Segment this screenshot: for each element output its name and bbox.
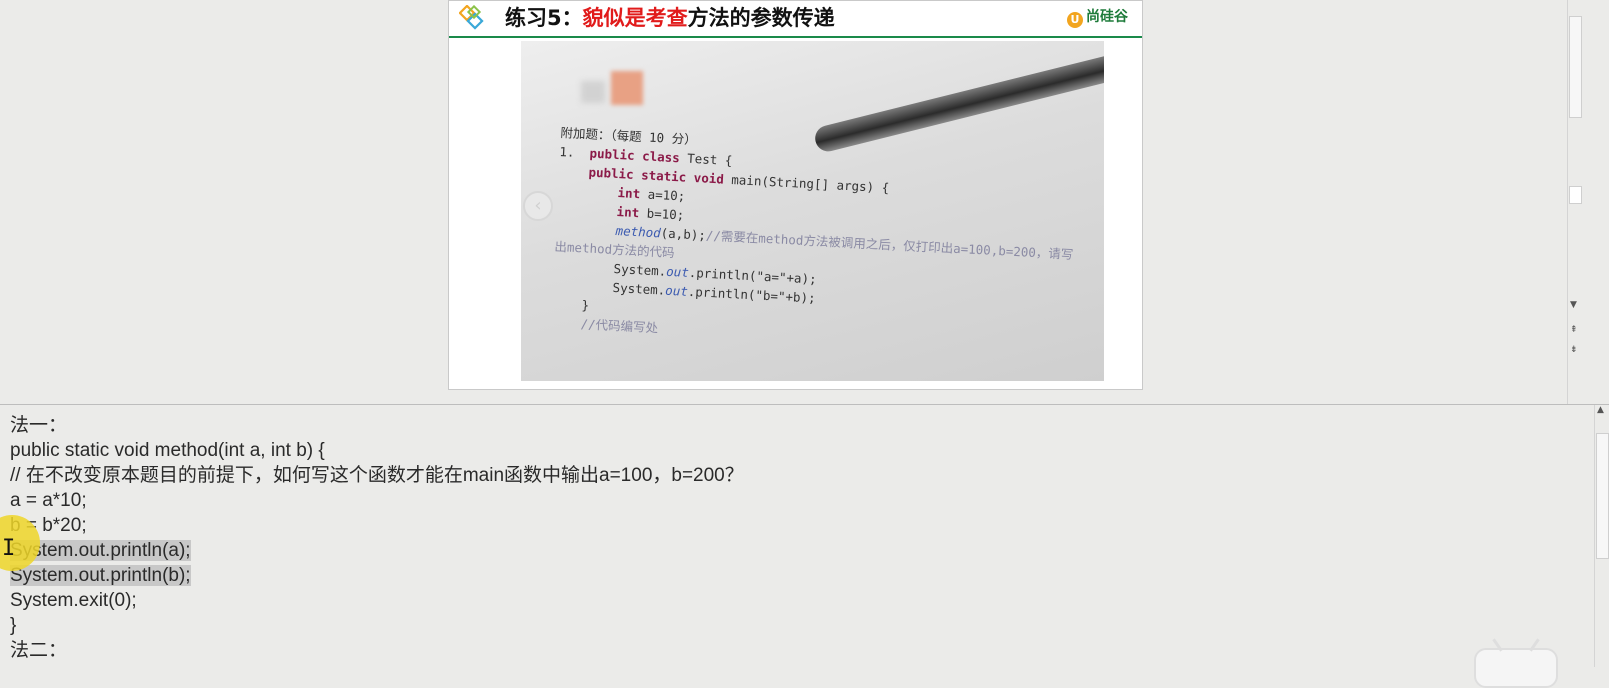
notes-line[interactable]: System.out.println(a);: [10, 538, 1510, 563]
slide[interactable]: 练习5：貌似是考查方法的参数传递 U 尚硅谷 附加题：（每题 10 分） 1. pu…: [448, 0, 1143, 390]
scrollbar-thumb[interactable]: [1596, 433, 1609, 559]
photo-code-token: b=10;: [638, 205, 685, 223]
arrow-up-icon[interactable]: ▲: [1597, 405, 1604, 415]
notes-line-text: }: [10, 615, 17, 636]
slide-pane: 练习5：貌似是考查方法的参数传递 U 尚硅谷 附加题：（每题 10 分） 1. pu…: [0, 0, 1582, 404]
notes-line-text: 法二：: [10, 640, 68, 661]
blurred-region: [581, 81, 605, 103]
photo-code-token: out: [665, 263, 690, 280]
notes-line[interactable]: 法二：: [10, 638, 1510, 663]
photo-code-token: method: [615, 223, 662, 241]
notes-line-text: a = a*10;: [10, 490, 87, 511]
slide-title-highlight: 貌似是考查: [582, 6, 688, 30]
photo-code-text: 附加题：（每题 10 分） 1. public class Test { publ…: [550, 123, 1100, 360]
photo-code-token: //代码编写处: [550, 314, 659, 336]
previous-slide-icon[interactable]: ⇞: [1570, 325, 1578, 335]
scrollbar-thumb[interactable]: [1569, 186, 1582, 204]
photo-code-token: [557, 182, 618, 200]
notes-line[interactable]: public static void method(int a, int b) …: [10, 438, 1510, 463]
notes-line[interactable]: System.out.println(b);: [10, 563, 1510, 588]
i-beam-cursor-icon: I: [2, 536, 16, 561]
notes-line-text: 法一：: [10, 415, 68, 436]
header-divider: [449, 36, 1142, 38]
next-slide-icon[interactable]: ⇟: [1570, 345, 1578, 355]
scrollbar-thumb[interactable]: [1569, 16, 1582, 118]
selected-text: System.out.println(b);: [10, 565, 191, 586]
photo-code-token: [558, 163, 589, 180]
notes-line-text: public static void method(int a, int b) …: [10, 440, 325, 461]
photo-code-token: }: [551, 295, 590, 313]
photo-code-token: out: [664, 282, 689, 299]
photo-code-token: int: [616, 204, 640, 221]
notes-line-text: System.exit(0);: [10, 590, 137, 611]
exercise-photo: 附加题：（每题 10 分） 1. public class Test { publ…: [521, 41, 1104, 381]
brand-logo-icon: U: [1067, 12, 1083, 28]
slide-header: 练习5：貌似是考查方法的参数传递 U 尚硅谷: [449, 1, 1142, 35]
arrow-down-icon[interactable]: ▼: [1570, 300, 1577, 310]
photo-code-token: [556, 201, 617, 219]
brand-logo: U 尚硅谷: [1067, 7, 1128, 28]
diamond-logo-icon: [459, 5, 484, 30]
notes-text[interactable]: 法一： public static void method(int a, int …: [10, 413, 1510, 663]
photo-code-token: Test {: [679, 150, 733, 169]
notes-line-text: // 在不改变原本题目的前提下，如何写这个函数才能在main函数中输出a=100…: [10, 465, 744, 486]
notes-line[interactable]: // 在不改变原本题目的前提下，如何写这个函数才能在main函数中输出a=100…: [10, 463, 1510, 488]
notes-line[interactable]: a = a*10;: [10, 488, 1510, 513]
notes-line[interactable]: 法一：: [10, 413, 1510, 438]
notes-pane[interactable]: 法一： public static void method(int a, int …: [0, 405, 1595, 667]
tv-icon[interactable]: [1474, 648, 1558, 688]
photo-code-token: int: [617, 185, 641, 202]
brand-logo-text: 尚硅谷: [1086, 9, 1128, 25]
slide-scrollbar[interactable]: ▼ ⇞ ⇟: [1567, 0, 1582, 404]
notes-scrollbar[interactable]: ▲: [1594, 405, 1609, 667]
photo-code-token: a=10;: [639, 186, 686, 204]
slide-title: 练习5：貌似是考查方法的参数传递: [505, 3, 835, 33]
notes-line[interactable]: b = b*20;: [10, 513, 1510, 538]
notes-line[interactable]: }: [10, 613, 1510, 638]
notes-line[interactable]: System.exit(0);: [10, 588, 1510, 613]
photo-code-token: [555, 220, 616, 238]
photo-code-token: (a,b);: [660, 225, 707, 243]
chevron-left-icon[interactable]: ‹: [523, 191, 553, 221]
slide-title-prefix: 练习5：: [505, 6, 583, 30]
blurred-region: [611, 71, 643, 105]
photo-code-token: 1.: [559, 143, 590, 161]
slide-title-suffix: 方法的参数传递: [687, 6, 835, 30]
